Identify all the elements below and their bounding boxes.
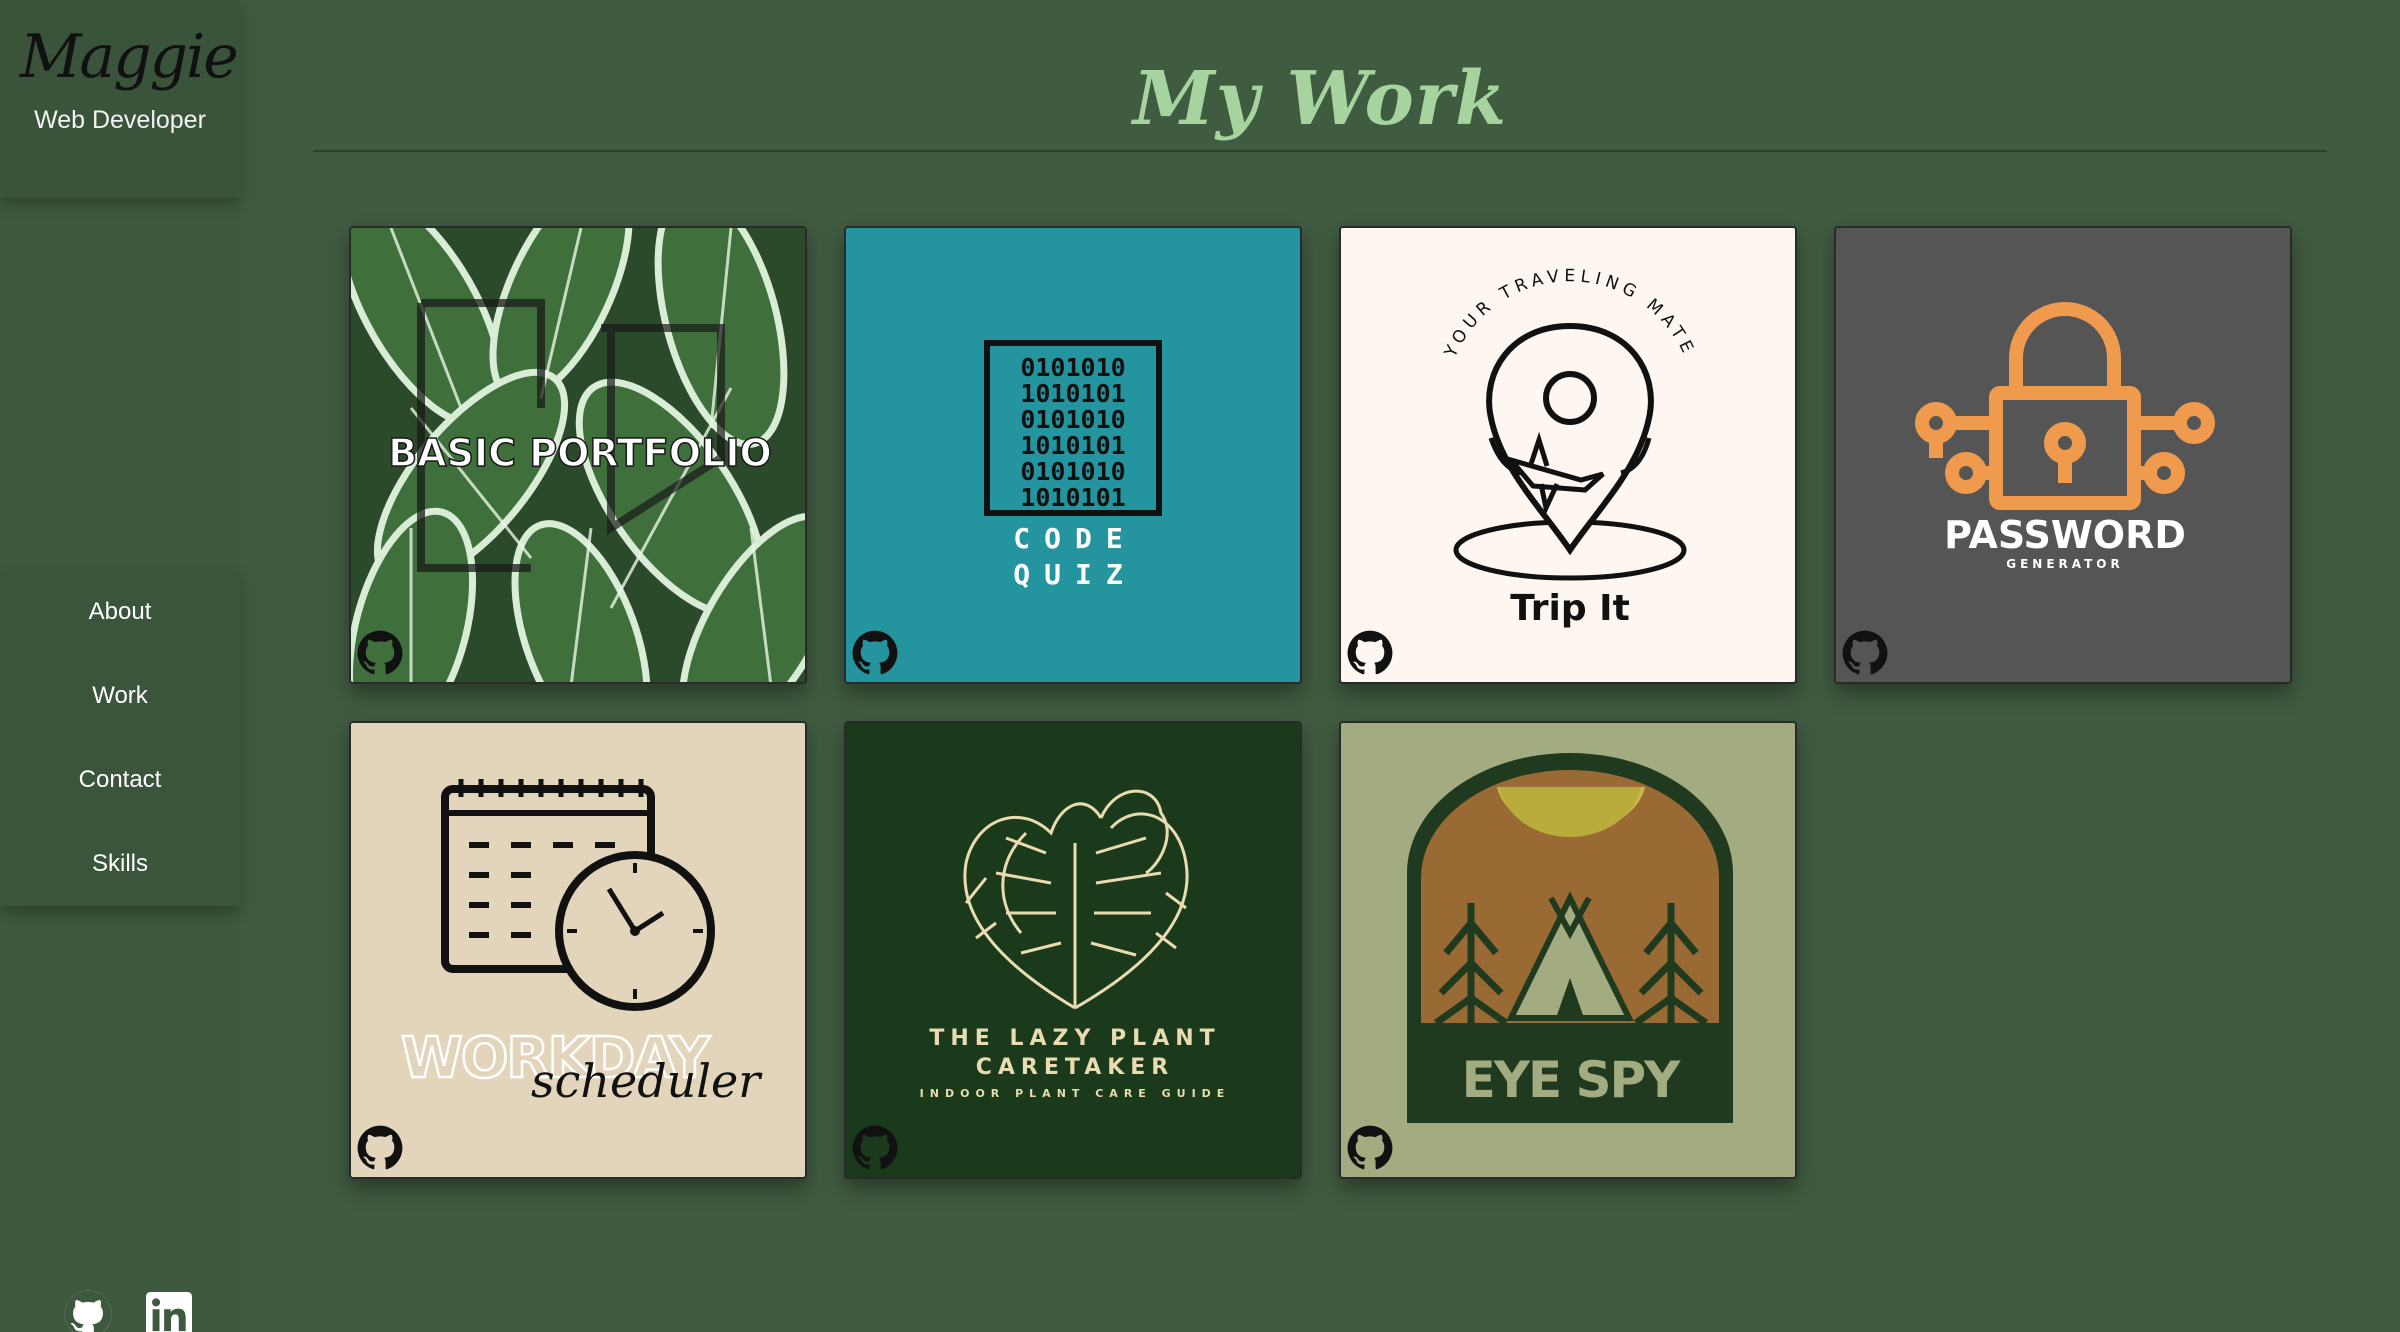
svg-text:0101010: 0101010	[1020, 353, 1125, 382]
password-generator-title: PASSWORD	[1944, 513, 2186, 557]
code-quiz-artwork: 0101010 1010101 0101010 1010101 0101010 …	[846, 228, 1300, 682]
github-icon[interactable]	[1842, 630, 1888, 676]
lazy-plant-title-line2: CARETAKER	[976, 1055, 1174, 1080]
password-generator-subtitle: GENERATOR	[2006, 557, 2124, 571]
svg-text:0101010: 0101010	[1020, 457, 1125, 486]
eye-spy-artwork: EYE SPY	[1341, 723, 1795, 1177]
project-card-workday-scheduler[interactable]: WORKDAY scheduler	[349, 721, 807, 1179]
nav-item-about[interactable]: About	[0, 570, 240, 654]
workday-scheduler-artwork: WORKDAY scheduler	[351, 723, 805, 1177]
basic-portfolio-title: BASIC PORTFOLIO	[388, 431, 772, 475]
project-card-code-quiz[interactable]: 0101010 1010101 0101010 1010101 0101010 …	[844, 226, 1302, 684]
page-title: My Work	[1132, 56, 1508, 142]
nav-item-work[interactable]: Work	[0, 654, 240, 738]
github-icon[interactable]	[64, 1290, 112, 1332]
brand-role: Web Developer	[34, 106, 206, 134]
workday-scheduler-title: scheduler	[531, 1054, 763, 1108]
brand-name[interactable]: Maggie	[20, 22, 239, 92]
project-card-lazy-plant-caretaker[interactable]: THE LAZY PLANT CARETAKER INDOOR PLANT CA…	[844, 721, 1302, 1179]
github-icon[interactable]	[357, 630, 403, 676]
brand-block: Maggie Web Developer	[0, 0, 240, 198]
password-generator-artwork: PASSWORD GENERATOR	[1836, 228, 2290, 682]
lazy-plant-subtitle: INDOOR PLANT CARE GUIDE	[920, 1087, 1231, 1100]
github-icon[interactable]	[1347, 1125, 1393, 1171]
linkedin-icon[interactable]	[146, 1292, 192, 1332]
svg-text:1010101: 1010101	[1020, 379, 1125, 408]
eye-spy-title: EYE SPY	[1462, 1051, 1682, 1109]
project-card-trip-it[interactable]: YOUR TRAVELING MATE Trip It	[1339, 226, 1797, 684]
project-card-password-generator[interactable]: PASSWORD GENERATOR	[1834, 226, 2292, 684]
title-divider	[313, 150, 2327, 152]
svg-text:0101010: 0101010	[1020, 405, 1125, 434]
trip-it-artwork: YOUR TRAVELING MATE Trip It	[1341, 228, 1795, 682]
code-quiz-title-line1: CODE	[1013, 522, 1136, 555]
project-card-eye-spy[interactable]: EYE SPY	[1339, 721, 1797, 1179]
github-icon[interactable]	[852, 630, 898, 676]
main-nav: About Work Contact Skills	[0, 570, 240, 906]
github-icon[interactable]	[357, 1125, 403, 1171]
basic-portfolio-artwork: BASIC PORTFOLIO	[351, 228, 805, 682]
github-icon[interactable]	[852, 1125, 898, 1171]
sidebar: Maggie Web Developer About Work Contact …	[0, 0, 240, 1332]
svg-text:1010101: 1010101	[1020, 483, 1125, 512]
lazy-plant-caretaker-artwork: THE LAZY PLANT CARETAKER INDOOR PLANT CA…	[846, 723, 1300, 1177]
lazy-plant-title-line1: THE LAZY PLANT	[929, 1026, 1220, 1051]
nav-item-contact[interactable]: Contact	[0, 738, 240, 822]
code-quiz-title-line2: QUIZ	[1013, 558, 1136, 591]
trip-it-title: Trip It	[1510, 588, 1630, 629]
social-links	[0, 1284, 240, 1332]
github-icon[interactable]	[1347, 630, 1393, 676]
nav-item-skills[interactable]: Skills	[0, 822, 240, 906]
svg-text:1010101: 1010101	[1020, 431, 1125, 460]
project-card-basic-portfolio[interactable]: BASIC PORTFOLIO	[349, 226, 807, 684]
